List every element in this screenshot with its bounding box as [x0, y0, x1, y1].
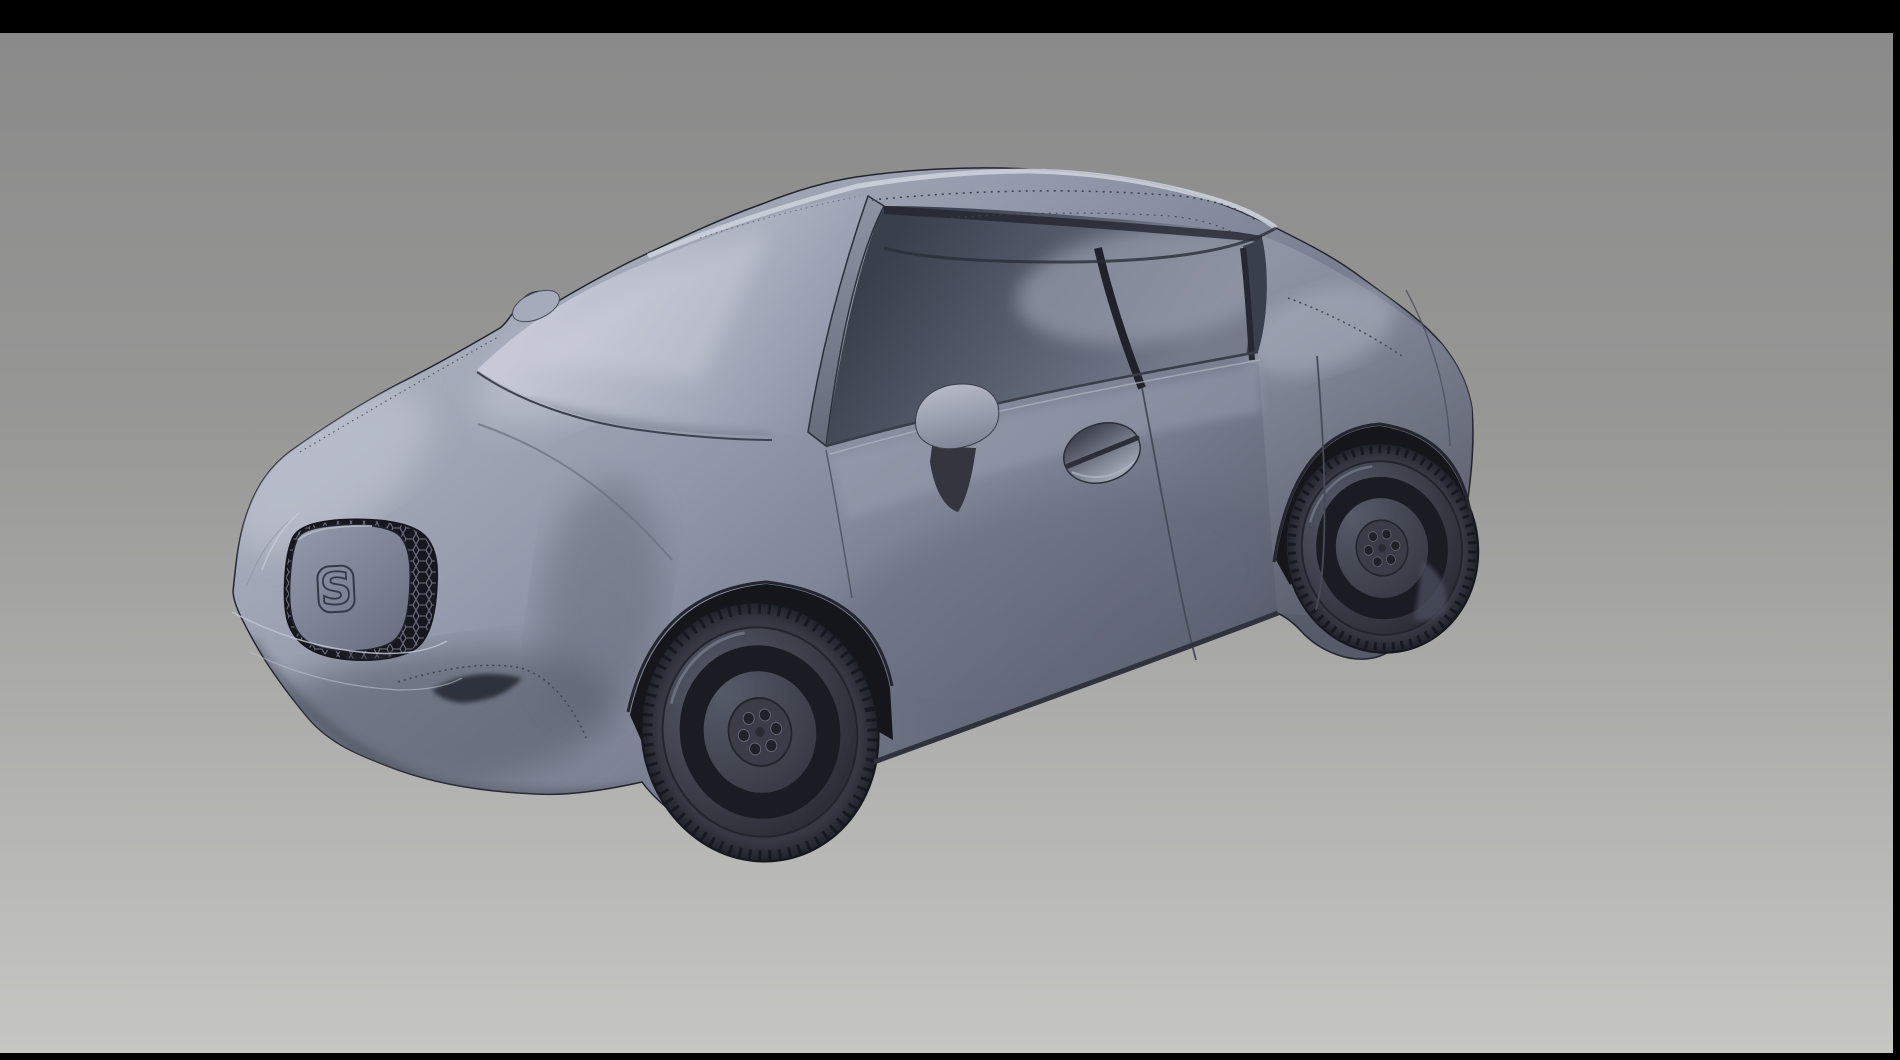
car-render: S	[0, 0, 1900, 1060]
seat-emblem-letter: S	[319, 563, 353, 616]
car-model: S	[203, 168, 1495, 884]
front-grille: S	[285, 520, 437, 661]
application-window: S	[0, 0, 1900, 1060]
top-bar	[0, 0, 1900, 33]
frame-bottom	[0, 1053, 1900, 1060]
frame-right	[1893, 0, 1900, 1060]
